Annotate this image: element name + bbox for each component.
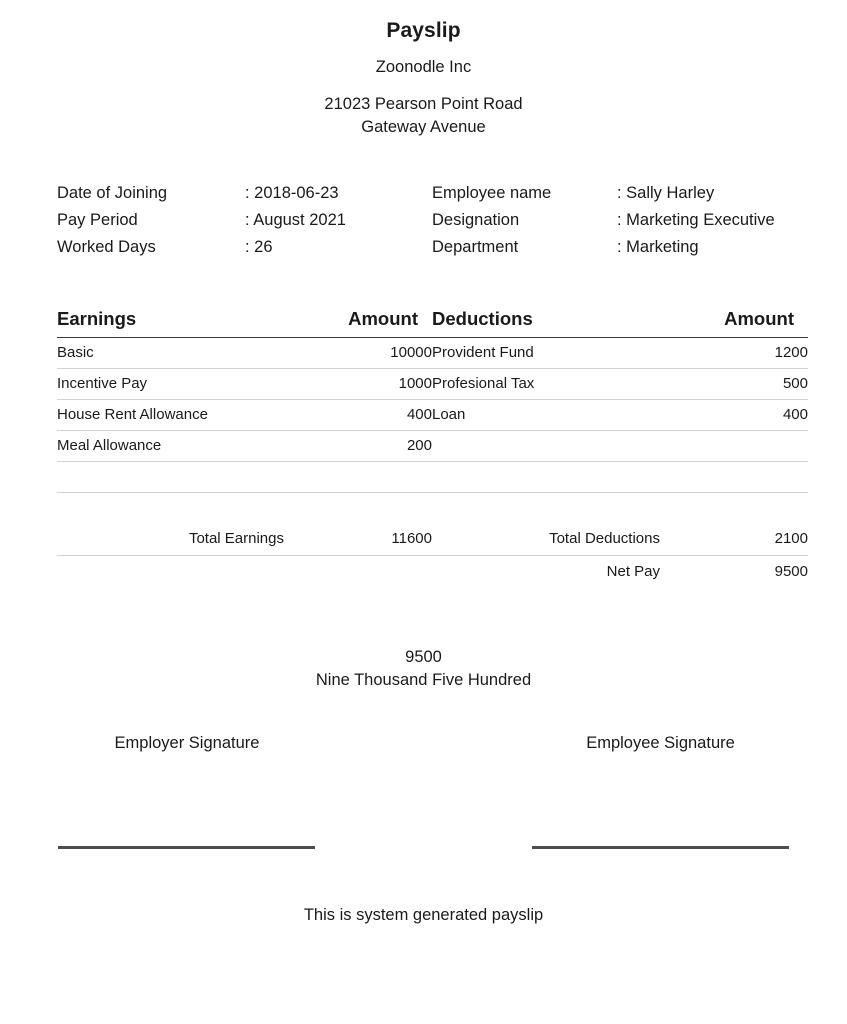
detail-label-department: Department xyxy=(432,237,519,256)
table-row: Profesional Tax 500 xyxy=(432,368,808,400)
detail-values-right: : Sally Harley : Marketing Executive : M… xyxy=(617,183,775,266)
earnings-table-header-row: Earnings Amount xyxy=(57,307,432,338)
detail-value-date-of-joining: : 2018-06-23 xyxy=(245,183,339,202)
detail-labels-left: Date of Joining Pay Period Worked Days xyxy=(57,183,245,266)
empty-cell xyxy=(688,430,808,462)
table-row-spacer xyxy=(57,492,432,523)
total-deductions-row: Total Deductions 2100 xyxy=(432,522,808,556)
table-row: Basic 10000 xyxy=(57,337,432,369)
detail-label-worked-days: Worked Days xyxy=(57,237,156,256)
employee-details-right-column: Employee name Designation Department : S… xyxy=(432,183,790,266)
net-pay-summary: 9500 Nine Thousand Five Hundred xyxy=(0,646,847,692)
net-pay-row: Net Pay 9500 xyxy=(432,555,808,588)
detail-label-pay-period: Pay Period xyxy=(57,210,138,229)
total-deductions-label: Total Deductions xyxy=(432,522,688,556)
empty-cell xyxy=(432,430,688,462)
earning-amount: 200 xyxy=(312,430,432,462)
total-earnings-label: Total Earnings xyxy=(57,522,312,556)
employee-details: Date of Joining Pay Period Worked Days :… xyxy=(0,183,847,266)
total-deductions-amount: 2100 xyxy=(688,522,808,556)
empty-cell xyxy=(57,492,312,523)
payslip-tables: Earnings Amount Basic 10000 Incentive Pa… xyxy=(0,307,847,588)
earning-name: Meal Allowance xyxy=(57,430,312,462)
table-row: Loan 400 xyxy=(432,399,808,431)
document-header: Payslip Zoonodle Inc 21023 Pearson Point… xyxy=(0,0,847,139)
total-earnings-amount: 11600 xyxy=(312,522,432,556)
deduction-amount: 500 xyxy=(688,368,808,400)
total-earnings-row: Total Earnings 11600 xyxy=(57,522,432,556)
earning-amount: 1000 xyxy=(312,368,432,400)
detail-value-employee-name: : Sally Harley xyxy=(617,183,715,202)
empty-cell xyxy=(312,461,432,493)
footer-note: This is system generated payslip xyxy=(303,905,544,924)
earning-amount: 10000 xyxy=(312,337,432,369)
empty-cell xyxy=(688,492,808,523)
table-row-spacer xyxy=(432,492,808,523)
employee-signature-line xyxy=(532,845,789,849)
empty-cell xyxy=(688,461,808,493)
company-address-line-2: Gateway Avenue xyxy=(361,117,486,136)
net-pay-summary-words: Nine Thousand Five Hundred xyxy=(315,670,532,689)
deductions-header-amount: Amount xyxy=(688,307,808,338)
deduction-amount: 1200 xyxy=(688,337,808,369)
earnings-header-label: Earnings xyxy=(57,307,312,338)
company-name: Zoonodle Inc xyxy=(375,58,472,77)
deduction-name: Profesional Tax xyxy=(432,368,688,400)
deductions-table: Deductions Amount Provident Fund 1200 Pr… xyxy=(432,307,808,588)
page-title: Payslip xyxy=(386,19,461,42)
company-address-line-1: 21023 Pearson Point Road xyxy=(324,94,523,113)
earnings-table: Earnings Amount Basic 10000 Incentive Pa… xyxy=(57,307,432,588)
earning-amount: 400 xyxy=(312,399,432,431)
empty-cell xyxy=(57,461,312,493)
employer-signature-line xyxy=(58,845,315,849)
table-row-empty xyxy=(432,430,808,462)
table-row-empty xyxy=(432,461,808,493)
employee-signature-block: Employee Signature xyxy=(532,734,789,753)
detail-labels-right: Employee name Designation Department xyxy=(432,183,617,266)
table-row-empty xyxy=(57,461,432,493)
empty-cell xyxy=(312,555,432,588)
employer-signature-block: Employer Signature xyxy=(57,734,317,753)
detail-label-employee-name: Employee name xyxy=(432,183,552,202)
detail-label-designation: Designation xyxy=(432,210,520,229)
empty-cell xyxy=(57,555,312,588)
detail-value-pay-period: : August 2021 xyxy=(245,210,346,229)
table-row: Meal Allowance 200 xyxy=(57,430,432,462)
detail-value-designation: : Marketing Executive xyxy=(617,210,775,229)
earnings-header-amount: Amount xyxy=(312,307,432,338)
net-pay-amount: 9500 xyxy=(774,562,808,580)
table-row: Provident Fund 1200 xyxy=(432,337,808,369)
empty-cell xyxy=(432,492,688,523)
employee-details-left-column: Date of Joining Pay Period Worked Days :… xyxy=(57,183,432,266)
detail-value-worked-days: : 26 xyxy=(245,237,273,256)
payslip-document: Payslip Zoonodle Inc 21023 Pearson Point… xyxy=(0,0,847,1024)
deduction-amount: 400 xyxy=(688,399,808,431)
employee-signature-label: Employee Signature xyxy=(586,733,735,752)
table-row: Incentive Pay 1000 xyxy=(57,368,432,400)
net-pay-label: Net Pay xyxy=(606,562,660,580)
detail-value-department: : Marketing xyxy=(617,237,699,256)
net-pay-summary-amount: 9500 xyxy=(405,647,442,666)
empty-cell xyxy=(312,492,432,523)
deduction-name: Loan xyxy=(432,399,688,431)
company-address: 21023 Pearson Point Road Gateway Avenue xyxy=(0,93,847,139)
table-row: House Rent Allowance 400 xyxy=(57,399,432,431)
earning-name: Incentive Pay xyxy=(57,368,312,400)
deduction-name: Provident Fund xyxy=(432,337,688,369)
employer-signature-label: Employer Signature xyxy=(114,733,260,752)
signature-section: Employer Signature Employee Signature xyxy=(0,734,847,864)
empty-cell xyxy=(432,461,688,493)
detail-values-left: : 2018-06-23 : August 2021 : 26 xyxy=(245,183,346,266)
deductions-table-header-row: Deductions Amount xyxy=(432,307,808,338)
earning-name: House Rent Allowance xyxy=(57,399,312,431)
table-row-filler xyxy=(57,555,432,588)
deductions-header-label: Deductions xyxy=(432,307,688,338)
earning-name: Basic xyxy=(57,337,312,369)
detail-label-date-of-joining: Date of Joining xyxy=(57,183,168,202)
